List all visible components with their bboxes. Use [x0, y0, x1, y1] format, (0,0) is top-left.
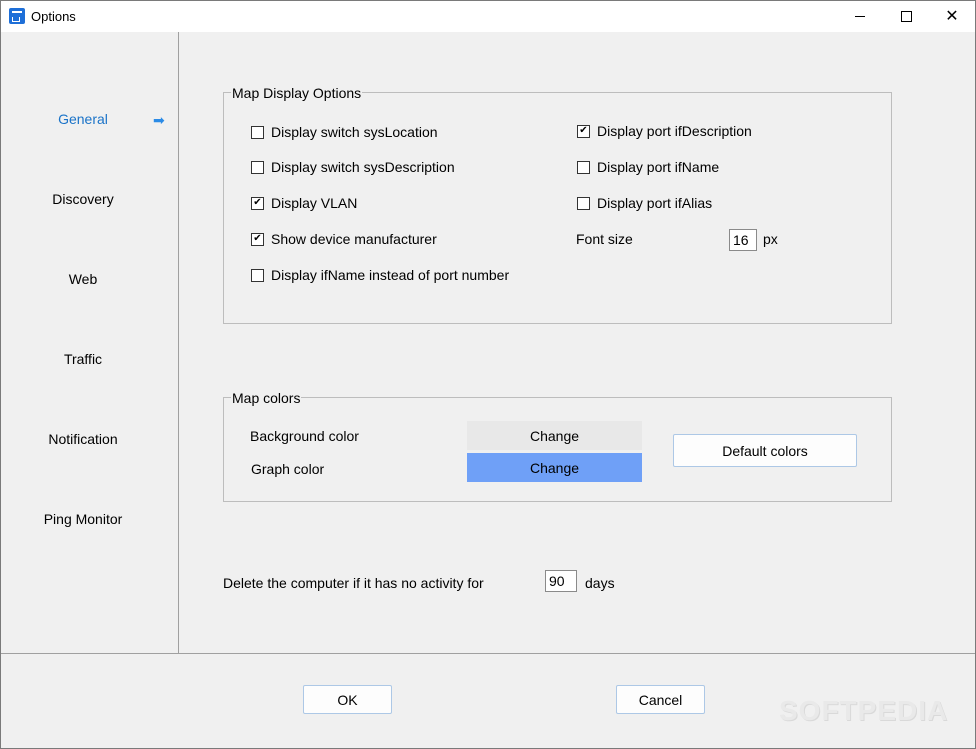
checkbox[interactable] — [251, 125, 264, 139]
option-display-ifname-instead[interactable]: Display ifName instead of port number — [251, 267, 509, 283]
cancel-button[interactable]: Cancel — [616, 685, 705, 714]
font-size-input[interactable] — [729, 229, 757, 251]
window-title: Options — [31, 9, 76, 24]
background-color-change-button[interactable]: Change — [467, 421, 642, 450]
checkbox[interactable]: ✔ — [251, 196, 264, 210]
footer-divider — [1, 653, 975, 654]
ok-button[interactable]: OK — [303, 685, 392, 714]
maximize-button[interactable] — [883, 1, 929, 32]
sidebar-item-traffic[interactable]: Traffic — [1, 351, 165, 367]
sidebar-item-notification[interactable]: Notification — [1, 431, 165, 447]
option-display-port-ifdescription[interactable]: ✔ Display port ifDescription — [577, 123, 752, 139]
general-panel: Map Display Options Display switch sysLo… — [179, 32, 975, 653]
option-label: Display switch sysDescription — [271, 159, 455, 175]
checkbox[interactable] — [251, 160, 264, 174]
option-label: Display port ifName — [597, 159, 720, 175]
checkbox[interactable] — [251, 268, 264, 282]
title-bar[interactable]: Options ✕ — [1, 1, 975, 32]
option-display-port-ifname[interactable]: Display port ifName — [577, 159, 719, 175]
graph-color-change-button[interactable]: Change — [467, 453, 642, 482]
checkbox[interactable] — [577, 196, 590, 210]
map-colors-group: Map colors Background color Change Graph… — [223, 390, 892, 502]
option-display-port-ifalias[interactable]: Display port ifAlias — [577, 195, 712, 211]
arrow-right-icon: ➡ — [153, 112, 165, 128]
option-display-sysdescription[interactable]: Display switch sysDescription — [251, 159, 455, 175]
sidebar-nav: General ➡ Discovery Web Traffic Notifica… — [1, 32, 179, 653]
sidebar-item-ping-monitor[interactable]: Ping Monitor — [1, 511, 165, 527]
option-label: Display port ifAlias — [597, 195, 713, 211]
option-label: Display switch sysLocation — [271, 124, 438, 140]
retention-unit: days — [585, 575, 615, 591]
option-label: Display ifName instead of port number — [271, 267, 510, 283]
options-window: Options ✕ General ➡ Discovery Web Traffi… — [0, 0, 976, 749]
minimize-icon — [855, 16, 865, 17]
map-display-options-legend: Map Display Options — [231, 85, 363, 101]
retention-label: Delete the computer if it has no activit… — [223, 575, 484, 591]
option-label: Display port ifDescription — [597, 123, 752, 139]
sidebar-item-general[interactable]: General — [1, 111, 165, 127]
retention-days-input[interactable] — [545, 570, 577, 592]
background-color-label: Background color — [250, 428, 359, 444]
option-label: Show device manufacturer — [271, 231, 437, 247]
option-display-vlan[interactable]: ✔ Display VLAN — [251, 195, 357, 211]
option-show-manufacturer[interactable]: ✔ Show device manufacturer — [251, 231, 437, 247]
map-display-options-group: Map Display Options Display switch sysLo… — [223, 85, 892, 324]
softpedia-watermark: SOFTPEDIA — [779, 695, 949, 726]
close-icon: ✕ — [945, 7, 959, 25]
maximize-icon — [900, 11, 912, 22]
checkbox[interactable]: ✔ — [251, 232, 264, 246]
sidebar-item-discovery[interactable]: Discovery — [1, 191, 165, 207]
sidebar-item-web[interactable]: Web — [1, 271, 165, 287]
app-icon — [9, 8, 25, 24]
default-colors-button[interactable]: Default colors — [673, 434, 857, 467]
map-colors-legend: Map colors — [231, 390, 302, 406]
option-display-syslocation[interactable]: Display switch sysLocation — [251, 124, 438, 140]
font-size-unit: px — [763, 231, 778, 247]
graph-color-label: Graph color — [251, 461, 325, 477]
checkbox[interactable] — [577, 160, 590, 174]
font-size-label: Font size — [576, 231, 633, 247]
minimize-button[interactable] — [837, 1, 883, 32]
option-label: Display VLAN — [271, 195, 358, 211]
checkbox[interactable]: ✔ — [577, 124, 590, 138]
close-button[interactable]: ✕ — [929, 1, 975, 32]
